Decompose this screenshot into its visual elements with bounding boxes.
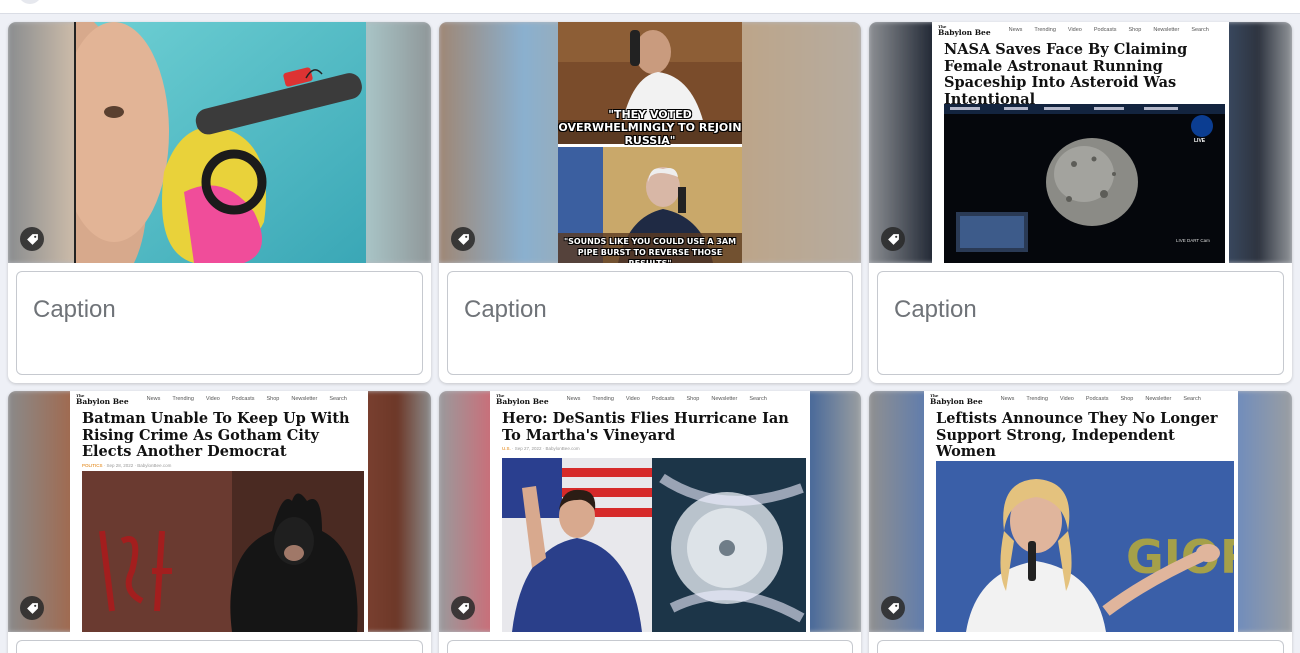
media-card[interactable]: "THEY VOTED OVERWHELMINGLY TO REJOIN RUS… xyxy=(439,22,861,383)
article-headline: Hero: DeSantis Flies Hurricane Ian To Ma… xyxy=(502,410,789,444)
media-card[interactable]: Caption xyxy=(8,22,431,383)
caption-input[interactable]: Caption xyxy=(877,271,1284,375)
site-logo: The Babylon Bee xyxy=(496,392,549,406)
media-thumbnail[interactable]: The Babylon Bee News Trending Video Podcasts… xyxy=(869,391,1292,632)
article-image xyxy=(82,471,364,632)
tag-button[interactable] xyxy=(20,596,44,620)
site-logo: The Babylon Bee xyxy=(930,392,983,406)
tag-icon xyxy=(457,602,469,614)
media-thumbnail[interactable]: The Babylon Bee News Trending Video Podcasts… xyxy=(869,22,1292,263)
media-card[interactable]: The Babylon Bee News Trending Video Podcasts… xyxy=(8,391,431,653)
article-image: LIVE LIVE DART Cam xyxy=(944,104,1225,263)
media-card[interactable]: The Babylon Bee News Trending Video Podcasts… xyxy=(869,22,1292,383)
article-screenshot: The Babylon Bee News Trending Video Podcasts… xyxy=(490,391,810,632)
article-headline: NASA Saves Face By Claiming Female Astro… xyxy=(944,41,1188,108)
caption-input[interactable] xyxy=(447,640,853,653)
article-image xyxy=(502,458,806,632)
tag-button[interactable] xyxy=(451,596,475,620)
article-headline: Leftists Announce They No Longer Support… xyxy=(936,410,1218,460)
tag-button[interactable] xyxy=(20,227,44,251)
article-headline: Batman Unable To Keep Up With Rising Cri… xyxy=(82,410,350,460)
caption-input[interactable] xyxy=(16,640,423,653)
article-meta: POLITICS · Sep 28, 2022 · BabylonBee.com xyxy=(82,462,172,468)
tag-button[interactable] xyxy=(451,227,475,251)
live-label: LIVE xyxy=(1194,138,1206,144)
meme-top-text: "THEY VOTED OVERWHELMINGLY TO REJOIN RUS… xyxy=(558,108,742,147)
caption-input[interactable] xyxy=(877,640,1284,653)
media-thumbnail[interactable]: The Babylon Bee News Trending Video Podcasts… xyxy=(439,391,861,632)
article-screenshot: The Babylon Bee News Trending Video Podcasts… xyxy=(932,22,1229,263)
media-card[interactable]: The Babylon Bee News Trending Video Podcasts… xyxy=(439,391,861,653)
article-image: GIOR xyxy=(936,461,1234,632)
caption-input[interactable]: Caption xyxy=(447,271,853,375)
meme-bottom-text: "SOUNDS LIKE YOU COULD USE A 3AM PIPE BU… xyxy=(563,237,737,263)
media-grid: Caption "THEY VOTED OVERWHELMINGLY TO RE… xyxy=(0,0,1300,653)
tag-icon xyxy=(26,602,38,614)
site-logo: The Babylon Bee xyxy=(938,23,991,37)
media-thumbnail[interactable] xyxy=(8,22,431,263)
tag-icon xyxy=(887,233,899,245)
site-logo: The Babylon Bee xyxy=(76,392,129,406)
media-thumbnail[interactable]: The Babylon Bee News Trending Video Podcasts… xyxy=(8,391,431,632)
site-nav: The Babylon Bee News Trending Video Podcasts… xyxy=(76,392,347,406)
meme-image: "THEY VOTED OVERWHELMINGLY TO REJOIN RUS… xyxy=(558,22,742,263)
tag-icon xyxy=(457,233,469,245)
dart-cam-label: LIVE DART Cam xyxy=(1176,238,1210,243)
article-screenshot: The Babylon Bee News Trending Video Podcasts… xyxy=(924,391,1238,632)
article-meta: U.S. · Sep 27, 2022 · BabylonBee.com xyxy=(502,446,580,451)
caption-input[interactable]: Caption xyxy=(16,271,423,375)
site-nav: The Babylon Bee News Trending Video Podcasts… xyxy=(496,392,767,406)
snorkel-photo xyxy=(74,22,366,263)
tag-button[interactable] xyxy=(881,227,905,251)
media-card[interactable]: The Babylon Bee News Trending Video Podcasts… xyxy=(869,391,1292,653)
tag-icon xyxy=(887,602,899,614)
media-thumbnail[interactable]: "THEY VOTED OVERWHELMINGLY TO REJOIN RUS… xyxy=(439,22,861,263)
tag-icon xyxy=(26,233,38,245)
site-nav: The Babylon Bee News Trending Video Podcasts… xyxy=(930,392,1201,406)
article-screenshot: The Babylon Bee News Trending Video Podcasts… xyxy=(70,391,368,632)
tag-button[interactable] xyxy=(881,596,905,620)
site-nav: The Babylon Bee News Trending Video Podcasts… xyxy=(938,23,1209,37)
